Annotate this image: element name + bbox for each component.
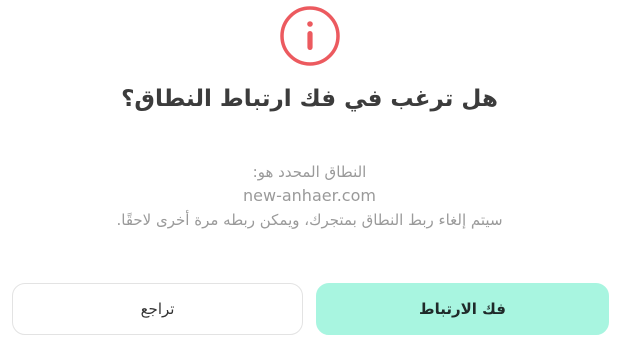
info-icon [280, 6, 340, 66]
dialog-body: النطاق المحدد هو: new-anhaer.com سيتم إل… [0, 160, 619, 232]
dialog-title: هل ترغب في فك ارتباط النطاق؟ [121, 86, 498, 112]
unlink-button[interactable]: فك الارتباط [316, 283, 609, 335]
unlink-domain-dialog: هل ترغب في فك ارتباط النطاق؟ النطاق المح… [0, 0, 619, 343]
cancel-button-label: تراجع [140, 300, 175, 318]
domain-label: النطاق المحدد هو: [252, 163, 367, 181]
unlink-note: سيتم إلغاء ربط النطاق بمتجرك، ويمكن ربطه… [116, 211, 503, 229]
cancel-button[interactable]: تراجع [12, 283, 303, 335]
domain-value: new-anhaer.com [243, 186, 376, 205]
unlink-button-label: فك الارتباط [419, 300, 506, 318]
